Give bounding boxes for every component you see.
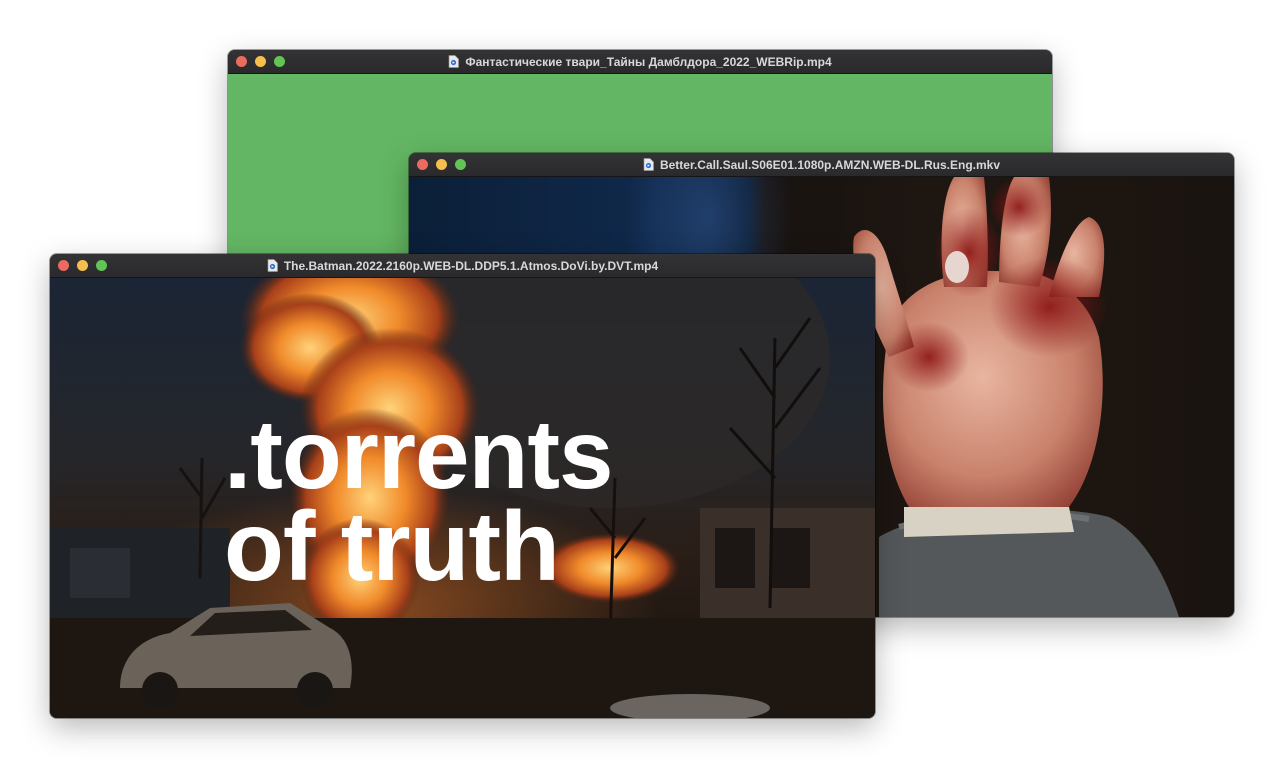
window-title-text: Фантастические твари_Тайны Дамблдора_202… bbox=[465, 54, 832, 69]
video-window-the-batman[interactable]: The.Batman.2022.2160p.WEB-DL.DDP5.1.Atmo… bbox=[50, 254, 875, 718]
titlebar[interactable]: The.Batman.2022.2160p.WEB-DL.DDP5.1.Atmo… bbox=[50, 254, 875, 278]
close-button[interactable] bbox=[58, 260, 69, 271]
window-title-text: The.Batman.2022.2160p.WEB-DL.DDP5.1.Atmo… bbox=[283, 258, 659, 273]
window-title: Better.Call.Saul.S06E01.1080p.AMZN.WEB-D… bbox=[643, 158, 1000, 172]
window-title-text: Better.Call.Saul.S06E01.1080p.AMZN.WEB-D… bbox=[659, 157, 1001, 172]
document-file-icon bbox=[449, 55, 460, 68]
headline: .torrents of truth bbox=[224, 399, 614, 601]
window-title: The.Batman.2022.2160p.WEB-DL.DDP5.1.Atmo… bbox=[267, 259, 658, 273]
traffic-lights bbox=[417, 159, 466, 170]
traffic-lights bbox=[236, 56, 285, 67]
maximize-button[interactable] bbox=[96, 260, 107, 271]
document-file-icon bbox=[643, 158, 654, 171]
document-file-icon bbox=[267, 259, 278, 272]
titlebar[interactable]: Фантастические твари_Тайны Дамблдора_202… bbox=[228, 50, 1052, 74]
minimize-button[interactable] bbox=[77, 260, 88, 271]
titlebar[interactable]: Better.Call.Saul.S06E01.1080p.AMZN.WEB-D… bbox=[409, 153, 1234, 177]
traffic-lights bbox=[58, 260, 107, 271]
minimize-button[interactable] bbox=[255, 56, 266, 67]
minimize-button[interactable] bbox=[436, 159, 447, 170]
maximize-button[interactable] bbox=[274, 56, 285, 67]
headline-line-1: .torrents bbox=[224, 399, 614, 509]
headline-line-2: of truth bbox=[224, 491, 560, 601]
maximize-button[interactable] bbox=[455, 159, 466, 170]
close-button[interactable] bbox=[417, 159, 428, 170]
video-frame[interactable]: .torrents of truth bbox=[50, 278, 875, 718]
window-title: Фантастические твари_Тайны Дамблдора_202… bbox=[448, 54, 832, 69]
close-button[interactable] bbox=[236, 56, 247, 67]
